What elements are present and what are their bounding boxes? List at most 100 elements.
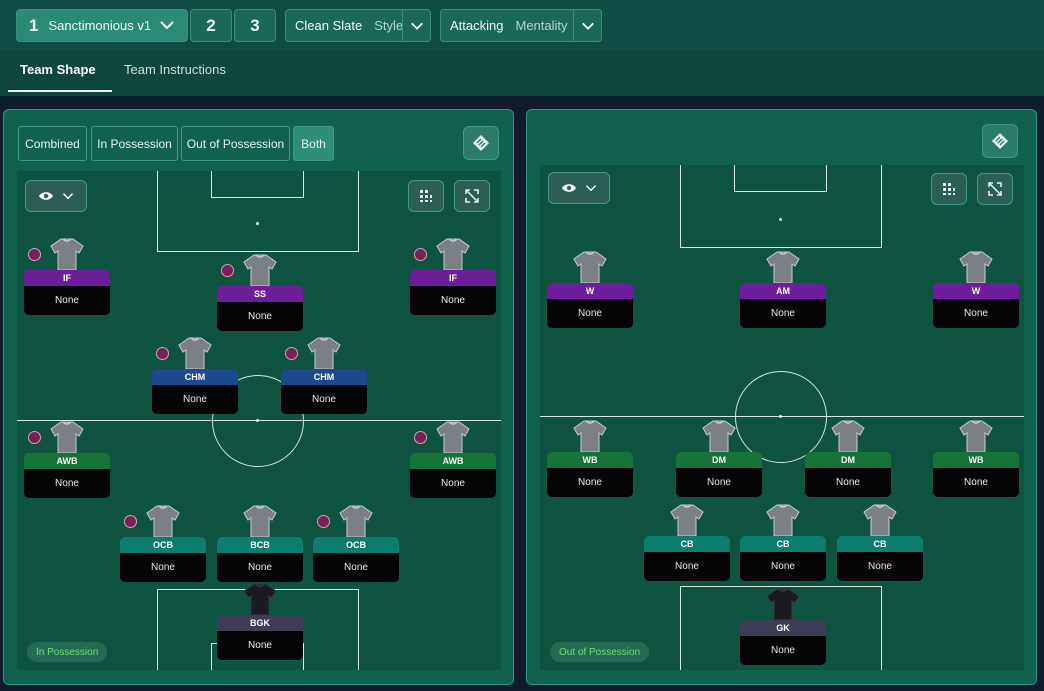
player-card[interactable]: WB None xyxy=(933,420,1019,514)
player-card[interactable]: W None xyxy=(547,251,633,345)
player-card[interactable]: IF None xyxy=(410,238,496,332)
player-card[interactable]: AWB None xyxy=(410,421,496,515)
player-status-icon xyxy=(285,347,298,360)
visibility-toggle[interactable] xyxy=(25,180,87,212)
mentality-dropdown[interactable]: Attacking Mentality xyxy=(440,9,602,42)
tab-bar: Team Shape Team Instructions xyxy=(0,50,1044,96)
player-card[interactable]: BGK None xyxy=(217,583,303,677)
player-card[interactable]: CB None xyxy=(837,504,923,598)
chevron-down-icon xyxy=(62,193,74,200)
player-card[interactable]: GK None xyxy=(740,588,826,682)
tactics-board-icon[interactable] xyxy=(463,126,499,160)
player-card[interactable]: SS None xyxy=(217,254,303,348)
tactics-board-icon[interactable] xyxy=(982,124,1018,158)
shirt-icon xyxy=(572,250,608,284)
player-role: AWB xyxy=(410,453,496,469)
shirt-icon xyxy=(242,582,278,616)
expand-icon[interactable] xyxy=(977,173,1013,205)
player-status-icon xyxy=(28,248,41,261)
in-possession-panel: Combined In Possession Out of Possession… xyxy=(3,109,514,685)
centre-spot xyxy=(779,415,782,418)
expand-icon[interactable] xyxy=(454,180,490,212)
tactic-name: Sanctimonious v1 xyxy=(48,18,152,33)
player-role: OCB xyxy=(313,537,399,553)
player-card[interactable]: W None xyxy=(933,251,1019,345)
player-status-icon xyxy=(124,515,137,528)
player-role: OCB xyxy=(120,537,206,553)
tactic-slot-3[interactable]: 3 xyxy=(234,9,276,42)
chevron-down-icon xyxy=(159,17,175,36)
goal-area-top xyxy=(211,171,304,198)
player-role: AWB xyxy=(24,453,110,469)
player-card[interactable]: AM None xyxy=(740,251,826,345)
player-duty: None xyxy=(837,552,923,581)
player-duty: None xyxy=(24,469,110,498)
player-duty: None xyxy=(410,286,496,315)
player-status-icon xyxy=(414,248,427,261)
shirt-icon xyxy=(830,419,866,453)
shirt-icon xyxy=(49,237,85,271)
shirt-icon xyxy=(177,336,213,370)
chevron-down-icon xyxy=(585,185,597,192)
player-role: W xyxy=(933,283,1019,299)
tactic-selector[interactable]: 1 Sanctimonious v1 xyxy=(16,9,188,42)
player-duty: None xyxy=(24,286,110,315)
active-tab-indicator xyxy=(8,90,112,92)
centre-spot xyxy=(256,419,259,422)
player-role: WB xyxy=(933,452,1019,468)
player-card[interactable]: OCB None xyxy=(313,505,399,599)
shirt-icon xyxy=(306,336,342,370)
player-duty: None xyxy=(217,631,303,660)
shirt-icon xyxy=(669,503,705,537)
eye-icon xyxy=(562,184,576,192)
goal-area-top xyxy=(734,165,827,192)
player-duty: None xyxy=(933,299,1019,328)
shirt-icon xyxy=(435,420,471,454)
phase-badge: In Possession xyxy=(27,642,108,662)
player-card[interactable]: CB None xyxy=(644,504,730,598)
segment-in-possession[interactable]: In Possession xyxy=(91,126,178,161)
tactic-number: 1 xyxy=(29,15,39,35)
player-duty: None xyxy=(217,302,303,331)
eye-icon xyxy=(39,192,53,200)
player-duty: None xyxy=(120,553,206,582)
shirt-icon xyxy=(145,504,181,538)
player-role: BCB xyxy=(217,537,303,553)
shirt-icon xyxy=(435,237,471,271)
player-role: IF xyxy=(24,270,110,286)
shirt-icon xyxy=(958,250,994,284)
player-duty: None xyxy=(217,553,303,582)
shirt-icon xyxy=(242,253,278,287)
shirt-icon xyxy=(958,419,994,453)
player-role: CB xyxy=(837,536,923,552)
tactic-slot-2[interactable]: 2 xyxy=(190,9,232,42)
player-status-icon xyxy=(156,347,169,360)
player-card[interactable]: CHM None xyxy=(281,337,367,431)
shirt-icon xyxy=(242,504,278,538)
penalty-spot-top xyxy=(779,218,782,221)
player-duty: None xyxy=(740,636,826,665)
player-card[interactable]: IF None xyxy=(24,238,110,332)
style-dropdown[interactable]: Clean Slate Style xyxy=(285,9,431,42)
segment-combined[interactable]: Combined xyxy=(18,126,87,161)
grid-icon[interactable] xyxy=(931,173,967,205)
penalty-spot-top xyxy=(256,222,259,225)
player-card[interactable]: WB None xyxy=(547,420,633,514)
player-card[interactable]: CHM None xyxy=(152,337,238,431)
segment-both[interactable]: Both xyxy=(293,126,334,161)
tab-team-instructions[interactable]: Team Instructions xyxy=(124,62,226,77)
player-card[interactable]: OCB None xyxy=(120,505,206,599)
visibility-toggle[interactable] xyxy=(548,172,610,204)
player-duty: None xyxy=(676,468,762,497)
segment-out-of-possession[interactable]: Out of Possession xyxy=(181,126,290,161)
tactics-header: 1 Sanctimonious v1 2 3 Clean Slate Style… xyxy=(0,0,1044,96)
player-duty: None xyxy=(933,468,1019,497)
player-role: DM xyxy=(676,452,762,468)
player-duty: None xyxy=(547,299,633,328)
player-status-icon xyxy=(317,515,330,528)
grid-icon[interactable] xyxy=(408,180,444,212)
mentality-label: Mentality xyxy=(515,18,568,33)
player-role: AM xyxy=(740,283,826,299)
tab-team-shape[interactable]: Team Shape xyxy=(20,62,96,77)
player-card[interactable]: AWB None xyxy=(24,421,110,515)
